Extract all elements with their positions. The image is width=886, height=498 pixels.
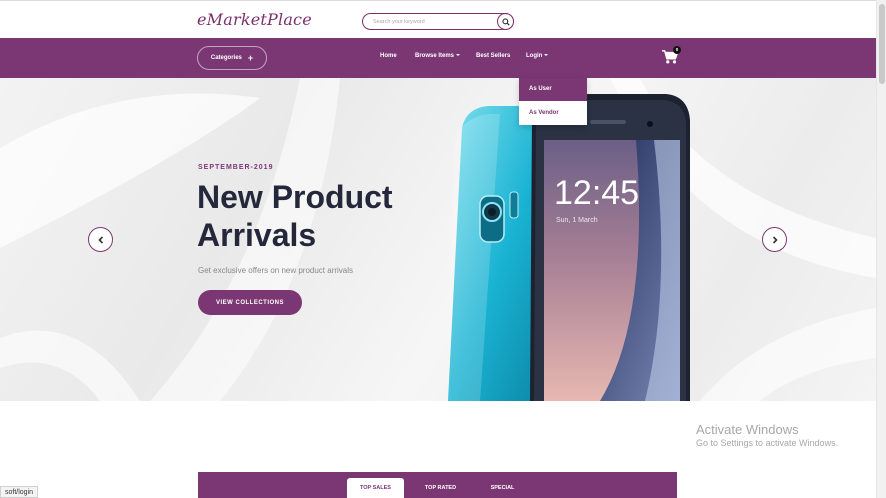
search-button[interactable] [497,13,514,30]
plus-icon: + [247,52,254,63]
nav-best-sellers-label: Best Sellers [476,53,511,59]
product-tabs: TOP SALES TOP RATED SPECIAL [198,472,677,498]
nav-best-sellers[interactable]: Best Sellers [476,53,510,59]
nav-home-label: Home [380,53,397,59]
main-nav: Categories + Home Browse Items Best Sell… [0,38,876,78]
caret-down-icon [544,54,549,57]
search-input[interactable] [373,16,493,28]
hero-eyebrow: SEPTEMBER-2019 [198,164,274,171]
phone-time: 12:45 [554,174,639,212]
search-box [362,13,514,30]
site-logo[interactable]: eMarketPlace [197,10,312,29]
categories-button[interactable]: Categories + [197,46,267,70]
hero-title: New Product Arrivals [197,179,393,253]
page-scrollbar[interactable] [876,0,886,498]
cart-count-badge: 0 [673,46,681,54]
login-as-user[interactable]: As User [519,78,587,101]
chevron-left-icon [97,235,103,244]
hero-background [0,78,876,401]
categories-label: Categories [210,55,242,61]
search-icon [501,17,510,26]
hero-next-button[interactable] [762,227,787,252]
chevron-right-icon [772,235,778,244]
nav-browse-items[interactable]: Browse Items [415,53,461,59]
page: eMarketPlace Categories + Home Browse It… [0,0,886,498]
hero-subtitle: Get exclusive offers on new product arri… [198,266,354,275]
nav-login-label: Login [526,53,543,59]
activate-windows-subtitle: Go to Settings to activate Windows. [696,438,839,448]
view-collections-button[interactable]: VIEW COLLECTIONS [198,290,302,315]
status-bar-url: soft/login [0,486,39,498]
hero-prev-button[interactable] [88,227,113,252]
login-dropdown: As User As Vendor [519,78,587,125]
activate-windows-title: Activate Windows [696,422,799,437]
tab-top-sales[interactable]: TOP SALES [347,478,404,498]
nav-home[interactable]: Home [380,53,397,59]
hero-slider: SEPTEMBER-2019 New Product Arrivals Get … [0,78,876,401]
tab-special[interactable]: SPECIAL [474,478,531,498]
caret-down-icon [456,54,461,57]
nav-browse-items-label: Browse Items [415,53,455,59]
product-phone-image: 12:45 Sun, 1 March [448,94,690,401]
phone-date: Sun, 1 March [556,217,598,224]
nav-login[interactable]: Login [526,53,549,59]
scrollbar-thumb[interactable] [879,4,885,84]
top-header: eMarketPlace [0,0,876,38]
login-as-vendor[interactable]: As Vendor [519,102,587,125]
tab-top-rated[interactable]: TOP RATED [412,478,469,498]
